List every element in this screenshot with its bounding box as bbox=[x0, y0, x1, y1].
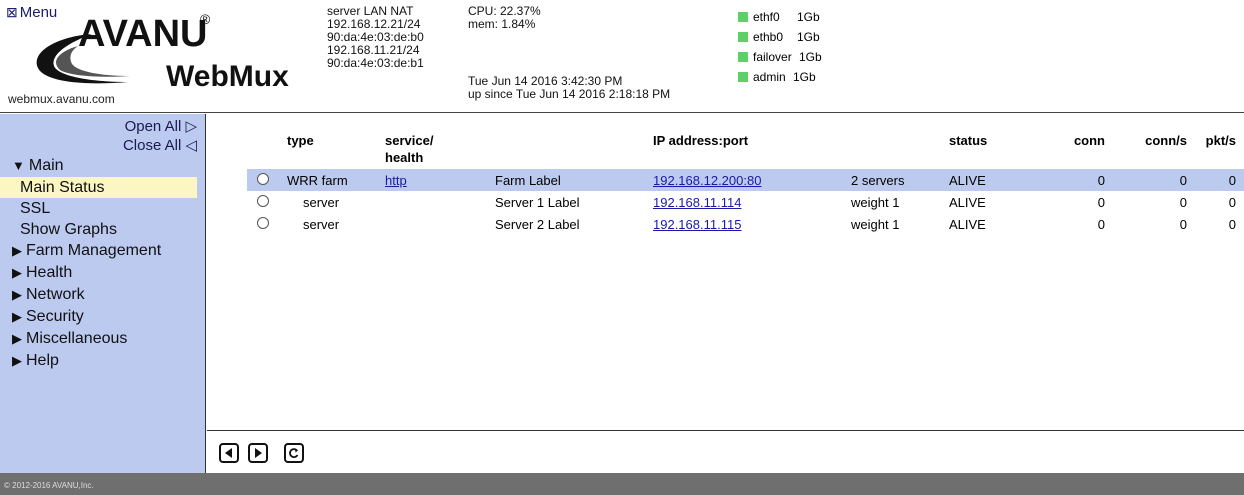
col-ip-port: IP address:port bbox=[653, 133, 749, 148]
ip-link[interactable]: 192.168.12.200:80 bbox=[653, 173, 761, 188]
nav-network[interactable]: ▶ Network bbox=[0, 284, 205, 306]
close-all-link[interactable]: Close All ◁ bbox=[0, 136, 205, 155]
nav-main[interactable]: ▼ Main bbox=[0, 155, 205, 177]
nav-health[interactable]: ▶ Health bbox=[0, 262, 205, 284]
menu-button[interactable]: ⊠ Menu bbox=[6, 4, 57, 21]
header: AVANU ® WebMux ⊠ Menu webmux.avanu.com se… bbox=[0, 0, 1244, 113]
nav-security[interactable]: ▶ Security bbox=[0, 306, 205, 328]
logo-text-bottom: WebMux bbox=[166, 60, 289, 93]
time-info: Tue Jun 14 2016 3:42:30 PM up since Tue … bbox=[468, 75, 670, 101]
copyright: © 2012-2016 AVANU,Inc. bbox=[4, 481, 94, 490]
table-row[interactable]: server Server 2 Label 192.168.11.115 wei… bbox=[247, 213, 1244, 235]
col-type: type bbox=[287, 133, 314, 148]
refresh-button[interactable] bbox=[284, 443, 304, 463]
col-conn-s: conn/s bbox=[1145, 133, 1187, 148]
nav-show-graphs[interactable]: Show Graphs bbox=[0, 219, 205, 240]
triangle-right-icon: ▶ bbox=[12, 265, 22, 280]
status-led-icon bbox=[738, 72, 748, 82]
resource-info: CPU: 22.37% mem: 1.84% bbox=[468, 5, 541, 31]
footer: © 2012-2016 AVANU,Inc. bbox=[0, 473, 1244, 495]
close-box-icon: ⊠ bbox=[6, 4, 18, 20]
previous-button[interactable] bbox=[219, 443, 239, 463]
status-table: type service/health IP address:port stat… bbox=[247, 114, 1244, 235]
interface-admin: admin 1Gb bbox=[738, 67, 822, 87]
col-pkt-s: pkt/s bbox=[1205, 133, 1236, 148]
sidebar: Open All ▷ Close All ◁ ▼ Main Main Status… bbox=[0, 114, 206, 473]
arrow-left-icon bbox=[225, 448, 232, 458]
table-row[interactable]: WRR farm http Farm Label 192.168.12.200:… bbox=[247, 169, 1244, 191]
col-conn: conn bbox=[1073, 133, 1105, 148]
triangle-right-icon: ▶ bbox=[12, 287, 22, 302]
table-row[interactable]: server Server 1 Label 192.168.11.114 wei… bbox=[247, 191, 1244, 213]
mem-usage: mem: 1.84% bbox=[468, 17, 536, 31]
nav-main-status[interactable]: Main Status bbox=[0, 177, 197, 198]
status-led-icon bbox=[738, 32, 748, 42]
logo-reg: ® bbox=[200, 11, 211, 27]
ip-link[interactable]: 192.168.11.114 bbox=[653, 195, 741, 210]
network-info: server LAN NAT 192.168.12.21/24 90:da:4e… bbox=[327, 5, 424, 70]
ip-link[interactable]: 192.168.11.115 bbox=[653, 217, 741, 232]
uptime: up since Tue Jun 14 2016 2:18:18 PM bbox=[468, 87, 671, 101]
open-all-link[interactable]: Open All ▷ bbox=[0, 117, 205, 136]
next-button[interactable] bbox=[248, 443, 268, 463]
row-radio[interactable] bbox=[257, 216, 269, 229]
triangle-right-icon: ▶ bbox=[12, 309, 22, 324]
arrow-right-icon bbox=[255, 448, 262, 458]
nat-mac: 90:da:4e:03:de:b1 bbox=[327, 56, 424, 70]
interface-ethb0: ethb0 1Gb bbox=[738, 27, 822, 47]
nav-ssl[interactable]: SSL bbox=[0, 198, 205, 219]
nav-farm-management[interactable]: ▶ Farm Management bbox=[0, 240, 205, 262]
nav-help[interactable]: ▶ Help bbox=[0, 350, 205, 372]
menu-label: Menu bbox=[19, 4, 58, 21]
avanu-logo: AVANU ® WebMux bbox=[36, 11, 289, 93]
interface-failover: failover 1Gb bbox=[738, 47, 822, 67]
logo-text-top: AVANU bbox=[78, 13, 207, 55]
table-header-row: type service/health IP address:port stat… bbox=[247, 114, 1244, 169]
triangle-right-icon: ▶ bbox=[12, 331, 22, 346]
site-url: webmux.avanu.com bbox=[8, 92, 115, 106]
bottom-toolbar bbox=[207, 430, 1244, 473]
col-status: status bbox=[949, 133, 988, 148]
health-link[interactable]: http bbox=[385, 173, 407, 188]
refresh-icon bbox=[289, 448, 299, 458]
col-service-health: service/health bbox=[385, 133, 434, 165]
main-status-panel: type service/health IP address:port stat… bbox=[207, 114, 1244, 430]
interface-ethf0: ethf0 1Gb bbox=[738, 7, 822, 27]
nav-miscellaneous[interactable]: ▶ Miscellaneous bbox=[0, 328, 205, 350]
triangle-right-icon: ▶ bbox=[12, 243, 22, 258]
interface-list: ethf0 1Gb ethb0 1Gb failover 1Gb admin 1Gb bbox=[738, 7, 822, 87]
row-radio[interactable] bbox=[257, 172, 269, 185]
triangle-right-icon: ▶ bbox=[12, 353, 22, 368]
triangle-down-icon: ▼ bbox=[12, 158, 25, 173]
row-radio[interactable] bbox=[257, 194, 269, 207]
status-led-icon bbox=[738, 52, 748, 62]
status-led-icon bbox=[738, 12, 748, 22]
